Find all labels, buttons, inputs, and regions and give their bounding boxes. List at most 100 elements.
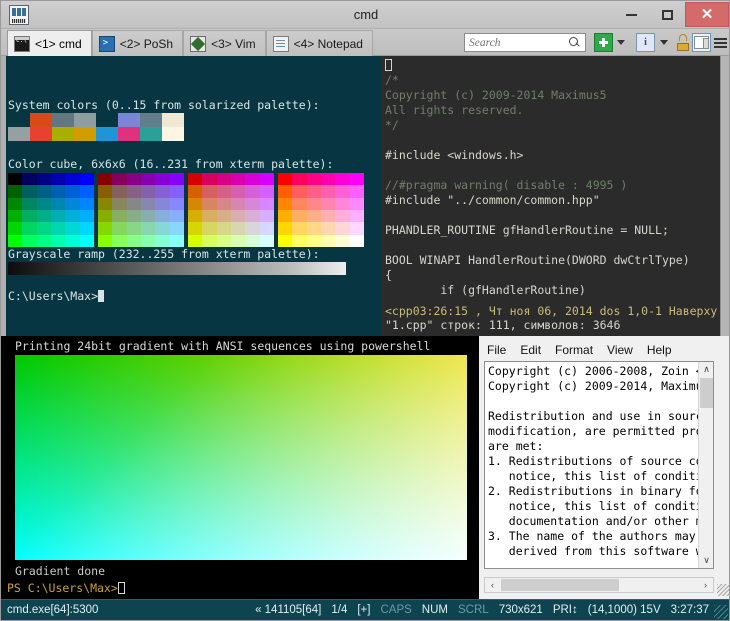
notepad-horizontal-scrollbar[interactable]: ‹ ›: [484, 577, 714, 593]
tab-label: <2> PoSh: [120, 37, 173, 51]
cube-cell: [37, 185, 51, 197]
tab-label: <1> cmd: [35, 37, 82, 51]
vim-code-line: [385, 208, 719, 223]
cube-cell: [65, 185, 79, 197]
notepad-text-area[interactable]: Copyright (c) 2006-2008, Zoin < Copyrigh…: [484, 361, 714, 569]
cube-cell: [98, 210, 112, 222]
minimize-icon: [626, 14, 637, 16]
cube-cell: [51, 173, 65, 185]
cmd-icon: [14, 36, 30, 52]
cube-cell: [307, 173, 321, 185]
menu-item-help[interactable]: Help: [647, 343, 672, 357]
vim-code-line: #include "../common/common.hpp": [385, 193, 719, 208]
hscroll-thumb[interactable]: [501, 579, 619, 591]
vscroll-thumb[interactable]: [700, 378, 713, 408]
search-input[interactable]: [469, 34, 569, 51]
cube-cell: [65, 173, 79, 185]
cube-cell: [278, 210, 292, 222]
cube-cell: [80, 235, 94, 247]
grayscale-ramp: [8, 262, 346, 275]
color-swatch: [140, 113, 162, 127]
cube-cell: [335, 210, 349, 222]
status-process: cmd.exe[64]:5300: [7, 604, 98, 616]
cube-cell: [278, 222, 292, 234]
cmd-cursor: [98, 290, 104, 302]
cube-cell: [217, 222, 231, 234]
color-swatch: [74, 127, 96, 141]
menu-item-file[interactable]: File: [487, 343, 506, 357]
chevron-down-icon: [660, 40, 668, 45]
search-box[interactable]: [464, 33, 586, 52]
scroll-down-icon[interactable]: ∨: [699, 553, 714, 568]
menu-item-view[interactable]: View: [607, 343, 633, 357]
minimize-button[interactable]: [613, 2, 649, 27]
cube-cell: [307, 198, 321, 210]
cube-cell: [321, 210, 335, 222]
cube-cell: [37, 235, 51, 247]
tab-label: <3> Vim: [211, 37, 255, 51]
cube-cell: [350, 198, 364, 210]
cmd-scrollbar[interactable]: [1, 56, 6, 336]
new-console-button[interactable]: [594, 33, 613, 52]
cube-cell: [170, 198, 184, 210]
maximize-icon: [662, 10, 673, 20]
status-tab-count: 1/4: [331, 604, 347, 616]
hamburger-icon: [714, 38, 727, 40]
pane-vim[interactable]: /*Copyright (c) 2009-2014 Maximus5All ri…: [381, 56, 730, 336]
scroll-left-icon[interactable]: ‹: [485, 578, 500, 592]
new-console-dropdown[interactable]: [616, 33, 626, 52]
notepad-menu-bar: File Edit Format View Help: [479, 340, 730, 359]
cube-cell: [155, 210, 169, 222]
conemu-window: cmd ✕ <1> cmd <2> PoSh <3> Vim: [0, 0, 730, 621]
cube-cell: [321, 185, 335, 197]
cube-cell: [202, 222, 216, 234]
lock-icon: [679, 34, 687, 41]
scroll-right-icon[interactable]: ›: [698, 578, 713, 592]
notepad-vertical-scrollbar[interactable]: ∧ ∨: [698, 362, 713, 568]
info-dropdown[interactable]: [659, 33, 669, 52]
cube-cell: [278, 173, 292, 185]
resize-grip[interactable]: [717, 584, 729, 596]
scroll-up-icon[interactable]: ∧: [699, 362, 714, 377]
cube-cell: [80, 198, 94, 210]
tab-cmd[interactable]: <1> cmd: [7, 30, 92, 56]
maximize-button[interactable]: [649, 2, 685, 27]
tab-label: <4> Notepad: [294, 37, 363, 51]
menu-button[interactable]: [713, 33, 728, 52]
vim-code-line: [385, 238, 719, 253]
cube-cell: [245, 210, 259, 222]
cube-cell: [260, 198, 274, 210]
vim-code-line: /*: [385, 73, 719, 88]
pane-notepad[interactable]: File Edit Format View Help Copyright (c)…: [479, 336, 730, 599]
vim-scrollbar[interactable]: [720, 56, 730, 336]
posh-prompt-text: PS C:\Users\Max>: [7, 581, 118, 595]
cube-cell: [22, 210, 36, 222]
pane-cmd[interactable]: System colors (0..15 from solarized pale…: [1, 56, 381, 336]
pane-powershell[interactable]: Printing 24bit gradient with ANSI sequen…: [1, 336, 479, 599]
status-resize-grip[interactable]: [714, 605, 728, 619]
info-button[interactable]: [636, 33, 655, 52]
tab-notepad[interactable]: <4> Notepad: [266, 30, 373, 56]
cube-cell: [188, 173, 202, 185]
window-button[interactable]: [692, 33, 711, 52]
close-button[interactable]: ✕: [685, 2, 729, 27]
menu-item-format[interactable]: Format: [555, 343, 593, 357]
notepad-icon: [273, 36, 289, 52]
cube-cell: [188, 235, 202, 247]
color-swatch: [140, 127, 162, 141]
vim-code-line: //#pragma warning( disable : 4995 ): [385, 178, 719, 193]
tab-posh[interactable]: <2> PoSh: [92, 30, 183, 56]
cube-cell: [65, 235, 79, 247]
cube-cell: [321, 222, 335, 234]
color-swatch: [162, 127, 184, 141]
cube-cell: [22, 222, 36, 234]
cube-cell: [112, 222, 126, 234]
status-size: 730x621: [499, 604, 543, 616]
tab-vim[interactable]: <3> Vim: [183, 30, 265, 56]
cube-cell: [155, 185, 169, 197]
cube-cell: [98, 222, 112, 234]
menu-item-edit[interactable]: Edit: [520, 343, 541, 357]
lock-button[interactable]: [675, 33, 691, 52]
cube-cell: [112, 173, 126, 185]
cube-cell: [335, 222, 349, 234]
